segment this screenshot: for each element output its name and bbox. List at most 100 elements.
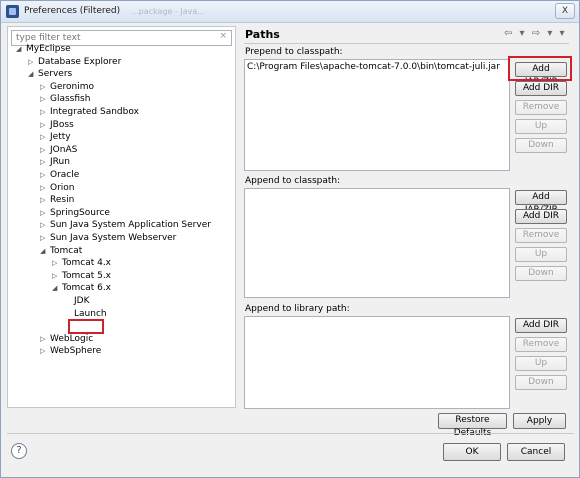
collapsed-arrow-icon[interactable]: ▷ [40,219,50,231]
title-separator [244,43,569,44]
append-library-label: Append to library path: [245,304,350,314]
tree-item-label: Servers [38,69,73,80]
collapsed-arrow-icon[interactable]: ▷ [40,345,50,357]
collapsed-arrow-icon[interactable]: ▷ [28,56,38,68]
tree-item[interactable]: ▷ Sun Java System Application Server [40,219,211,231]
prepend-up-button[interactable]: Up [515,119,567,134]
tree-item[interactable]: ▷ WebSphere [40,345,101,357]
tree-item-label: Tomcat 6.x [62,283,112,294]
collapsed-arrow-icon[interactable]: ▷ [40,182,50,194]
tree-item[interactable]: ▷ JBoss [40,119,74,131]
tree-item[interactable]: ▷ JRun [40,156,70,168]
tree-item-label: Resin [50,195,75,206]
collapsed-arrow-icon[interactable]: ▷ [40,119,50,131]
collapsed-arrow-icon[interactable]: ▷ [52,270,62,282]
tree-item[interactable]: ▷ Sun Java System Webserver [40,232,176,244]
library-remove-button[interactable]: Remove [515,337,567,352]
restore-defaults-button[interactable]: Restore Defaults [438,413,507,438]
tree-item-label: Orion [50,182,75,193]
library-up-button[interactable]: Up [515,356,567,371]
collapsed-arrow-icon[interactable]: ▷ [40,333,50,345]
clear-filter-icon[interactable]: × [219,31,227,41]
tree-item[interactable]: ▷ Geronimo [40,81,94,93]
tree-item[interactable]: ▷ Tomcat 5.x [52,270,111,282]
tree-item[interactable]: ◢ Tomcat [40,245,82,257]
collapsed-arrow-icon[interactable]: ▷ [40,156,50,168]
background-window-title: ...package - Java... [131,7,205,16]
prepend-add-dir-button[interactable]: Add DIR [515,81,567,96]
prepend-classpath-list[interactable]: C:\Program Files\apache-tomcat-7.0.0\bin… [244,59,510,171]
expanded-arrow-icon[interactable]: ◢ [16,43,26,55]
expanded-arrow-icon[interactable]: ◢ [40,245,50,257]
append-up-button[interactable]: Up [515,247,567,262]
tree-item[interactable]: ▷ Integrated Sandbox [40,106,139,118]
ok-button[interactable]: OK [443,443,501,461]
add-jar-highlight [508,56,572,81]
collapsed-arrow-icon[interactable]: ▷ [40,207,50,219]
collapsed-arrow-icon[interactable]: ▷ [40,106,50,118]
apply-button[interactable]: Apply [513,413,566,429]
append-classpath-list[interactable] [244,188,510,298]
tree-item[interactable]: ▷ JOnAS [40,144,77,156]
tree-item[interactable]: ◢ Tomcat 6.x [52,282,111,294]
preferences-window: Preferences (Filtered) ...package - Java… [0,0,580,478]
append-add-dir-button[interactable]: Add DIR [515,209,567,224]
tree-item-label: Tomcat 4.x [62,258,112,269]
prepend-classpath-label: Prepend to classpath: [245,47,343,57]
tree-item-label: Integrated Sandbox [50,107,139,117]
append-add-jar-button[interactable]: Add JAR/ZIP [515,190,567,215]
tree-item-label: Jetty [50,132,71,143]
tree-item[interactable]: ▷ Tomcat 4.x [52,257,111,269]
expanded-arrow-icon[interactable]: ◢ [28,68,38,80]
collapsed-arrow-icon[interactable]: ▷ [40,169,50,181]
help-icon[interactable]: ? [11,443,27,459]
close-button[interactable]: X [555,3,575,19]
tree-item-label: Launch [74,308,107,319]
tree-item-label: Sun Java System Application Server [50,220,211,231]
collapsed-arrow-icon[interactable]: ▷ [40,93,50,105]
list-item[interactable]: C:\Program Files\apache-tomcat-7.0.0\bin… [247,62,507,72]
tree-item[interactable]: ◢ MyEclipse [16,43,71,55]
tree-item-label: WebLogic [50,333,94,344]
tree-item-label: JOnAS [50,144,78,155]
collapsed-arrow-icon[interactable]: ▷ [40,194,50,206]
navigation-arrows-icon[interactable]: ⇦ ▾ ⇨ ▾ ▾ [504,28,567,39]
tree-item-label: Database Explorer [38,56,122,67]
prepend-down-button[interactable]: Down [515,138,567,153]
tree-item[interactable]: ▷ SpringSource [40,207,110,219]
collapsed-arrow-icon[interactable]: ▷ [40,144,50,156]
tree-item-label: Oracle [50,170,80,180]
expanded-arrow-icon[interactable]: ◢ [52,282,62,294]
tree-item-label: JDK [74,296,90,306]
tree-item[interactable]: Launch [64,308,107,320]
tree-item[interactable]: JDK [64,295,90,307]
prepend-remove-button[interactable]: Remove [515,100,567,115]
collapsed-arrow-icon[interactable]: ▷ [52,257,62,269]
collapsed-arrow-icon[interactable]: ▷ [40,131,50,143]
collapsed-arrow-icon[interactable]: ▷ [40,232,50,244]
tree-item[interactable]: ▷ WebLogic [40,333,93,345]
tree-item-label: Tomcat 5.x [62,270,112,281]
tree-item-label: JRun [50,157,70,168]
tree-item-label: Glassfish [50,94,91,105]
append-remove-button[interactable]: Remove [515,228,567,243]
tree-item-label: WebSphere [50,346,102,357]
append-classpath-label: Append to classpath: [245,176,341,186]
collapsed-arrow-icon[interactable]: ▷ [40,81,50,93]
tree-item[interactable]: ▷ Orion [40,182,75,194]
tree-item-label: Sun Java System Webserver [50,233,177,243]
tree-item[interactable]: ▷ Glassfish [40,93,90,105]
tree-item[interactable]: ▷ Oracle [40,169,79,181]
tree-item[interactable]: ▷ Resin [40,194,74,206]
selected-node-highlight [68,319,104,334]
tree-item[interactable]: ▷ Database Explorer [28,56,121,68]
library-add-dir-button[interactable]: Add DIR [515,318,567,333]
append-library-list[interactable] [244,316,510,409]
tree-item[interactable]: ▷ Jetty [40,131,71,143]
cancel-button[interactable]: Cancel [507,443,565,461]
tree-item[interactable]: ◢ Servers [28,68,72,80]
library-down-button[interactable]: Down [515,375,567,390]
bottom-separator [7,433,574,434]
append-down-button[interactable]: Down [515,266,567,281]
eclipse-app-icon [6,5,19,18]
